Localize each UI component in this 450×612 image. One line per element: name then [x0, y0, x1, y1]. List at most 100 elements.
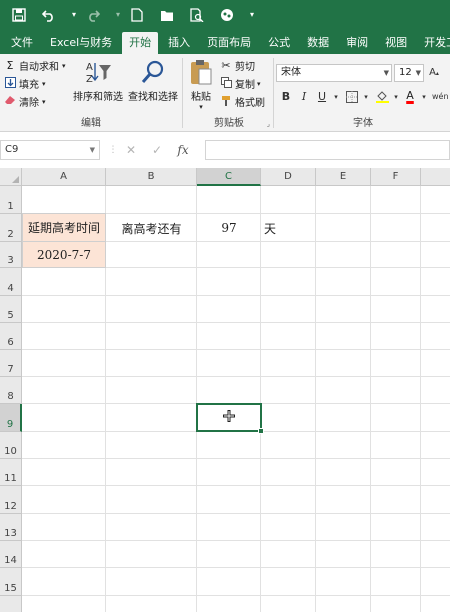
undo-dropdown-icon[interactable]: ▾ — [70, 6, 78, 24]
ribbon-home: Σ 自动求和 ▾ 填充 ▾ 清除 ▾ AZ 排序和筛选 查找和选择 编辑 粘贴 … — [0, 54, 450, 132]
clear-label: 清除 — [19, 98, 39, 109]
cell-cursor-icon — [223, 410, 235, 425]
row-header-2[interactable]: 2 — [0, 214, 22, 242]
chevron-down-icon: ▼ — [383, 69, 389, 77]
bold-button[interactable]: B — [278, 88, 294, 106]
undo-icon[interactable] — [40, 6, 58, 24]
tab-home[interactable]: 开始 — [122, 32, 159, 54]
clear-button[interactable]: 清除 ▾ — [4, 94, 46, 109]
row-header-4[interactable]: 4 — [0, 268, 22, 296]
find-select-button[interactable]: 查找和选择 — [126, 58, 180, 103]
cell-b2[interactable]: 离高考还有 — [106, 214, 197, 242]
column-header-b[interactable]: B — [106, 168, 197, 186]
insert-function-icon[interactable]: fx — [170, 143, 196, 157]
increase-font-icon[interactable]: A▴ — [426, 64, 442, 82]
save-icon[interactable] — [10, 6, 28, 24]
row-header-13[interactable]: 13 — [0, 514, 22, 541]
dialog-launcher-icon[interactable]: ⌟ — [267, 120, 270, 128]
share-icon[interactable] — [218, 6, 236, 24]
active-cell-c9[interactable] — [196, 403, 264, 434]
tab-page-layout[interactable]: 页面布局 — [200, 32, 258, 54]
formula-input[interactable] — [205, 140, 450, 160]
redo-icon[interactable] — [84, 6, 102, 24]
print-preview-icon[interactable] — [188, 6, 206, 24]
worksheet-grid[interactable]: A B C D E F 1 2 3 4 5 6 7 8 9 10 11 12 1… — [0, 168, 450, 612]
cancel-icon[interactable]: ✕ — [118, 143, 144, 157]
customize-icon[interactable]: ▾ — [248, 6, 256, 24]
sigma-icon: Σ — [6, 59, 14, 72]
font-size-select[interactable]: 12 ▼ — [394, 64, 424, 82]
column-header-c[interactable]: C — [197, 168, 261, 186]
clipboard-icon — [187, 58, 215, 86]
grid-line — [22, 595, 450, 596]
chevron-down-icon: ▾ — [62, 61, 66, 70]
chevron-down-icon[interactable]: ▾ — [416, 88, 432, 106]
chevron-down-icon: ▾ — [199, 103, 203, 111]
phonetic-icon[interactable]: wén — [432, 88, 449, 106]
font-size-value: 12 — [399, 67, 412, 78]
sort-filter-button[interactable]: AZ 排序和筛选 — [72, 58, 124, 103]
row-header-7[interactable]: 7 — [0, 350, 22, 377]
chevron-down-icon[interactable]: ▾ — [358, 88, 374, 106]
chevron-down-icon[interactable]: ▾ — [328, 88, 344, 106]
row-header-12[interactable]: 12 — [0, 486, 22, 514]
tab-excel-finance[interactable]: Excel与财务 — [43, 32, 119, 54]
row-header-3[interactable]: 3 — [0, 242, 22, 268]
row-header-8[interactable]: 8 — [0, 377, 22, 404]
formula-bar: C9 ▼ ⋮ ✕ ✓ fx — [0, 132, 450, 168]
column-header-e[interactable]: E — [316, 168, 371, 186]
row-header-16[interactable] — [0, 596, 22, 612]
select-all-button[interactable] — [0, 168, 22, 186]
paste-label: 粘贴 — [191, 92, 211, 103]
font-name-select[interactable]: 宋体 ▼ — [276, 64, 392, 82]
fill-button[interactable]: 填充 ▾ — [4, 76, 46, 91]
column-header-a[interactable]: A — [22, 168, 106, 186]
enter-icon[interactable]: ✓ — [144, 143, 170, 157]
redo-dropdown-icon[interactable]: ▾ — [114, 6, 122, 24]
tab-formulas[interactable]: 公式 — [261, 32, 297, 54]
format-painter-button[interactable]: 格式刷 — [220, 94, 265, 109]
open-folder-icon[interactable] — [158, 6, 176, 24]
fill-label: 填充 — [19, 80, 39, 91]
row-header-6[interactable]: 6 — [0, 323, 22, 350]
grid-line — [315, 186, 316, 612]
paste-button[interactable]: 粘贴 ▾ — [186, 58, 216, 111]
tab-developer[interactable]: 开发工具 — [417, 32, 450, 54]
row-header-5[interactable]: 5 — [0, 296, 22, 323]
autosum-button[interactable]: Σ 自动求和 ▾ — [4, 58, 66, 73]
excel-window: ▾ ▾ ▾ 文件 Excel与财务 开始 插入 页面布局 公式 数据 审阅 视图… — [0, 0, 450, 612]
fill-handle[interactable] — [258, 428, 264, 434]
cut-button[interactable]: ✂ 剪切 — [220, 58, 255, 73]
grid-line — [22, 322, 450, 323]
cell-a3[interactable]: 2020-7-7 — [22, 241, 106, 268]
grid-line — [22, 485, 450, 486]
row-header-10[interactable]: 10 — [0, 432, 22, 459]
column-header-f[interactable]: F — [371, 168, 421, 186]
italic-button[interactable]: I — [296, 88, 312, 106]
copy-button[interactable]: 复制 ▾ — [220, 76, 261, 91]
font-group: 宋体 ▼ 12 ▼ A▴ B I U ▾ ▾ ▾ A ▾ wén 字体 — [276, 54, 450, 132]
group-divider — [273, 58, 274, 128]
formula-tools: ⋮ ✕ ✓ fx — [108, 140, 202, 160]
sort-filter-icon: AZ — [84, 58, 112, 86]
cell-c2[interactable]: 97 — [197, 214, 261, 242]
magnifier-icon — [139, 58, 167, 86]
row-header-14[interactable]: 14 — [0, 541, 22, 568]
grid-line — [22, 295, 450, 296]
tab-data[interactable]: 数据 — [300, 32, 336, 54]
tab-file[interactable]: 文件 — [4, 32, 40, 54]
tab-insert[interactable]: 插入 — [161, 32, 197, 54]
cell-a2[interactable]: 延期高考时间 — [22, 213, 106, 242]
tab-review[interactable]: 审阅 — [339, 32, 375, 54]
row-header-9[interactable]: 9 — [0, 404, 22, 432]
cell-d2[interactable]: 天 — [261, 214, 279, 242]
column-header-next[interactable] — [421, 168, 450, 186]
row-header-15[interactable]: 15 — [0, 568, 22, 596]
column-header-d[interactable]: D — [261, 168, 316, 186]
row-header-11[interactable]: 11 — [0, 459, 22, 486]
tab-view[interactable]: 视图 — [378, 32, 414, 54]
name-box[interactable]: C9 ▼ — [0, 140, 100, 160]
grid-line — [22, 567, 450, 568]
row-header-1[interactable]: 1 — [0, 186, 22, 214]
new-file-icon[interactable] — [128, 6, 146, 24]
